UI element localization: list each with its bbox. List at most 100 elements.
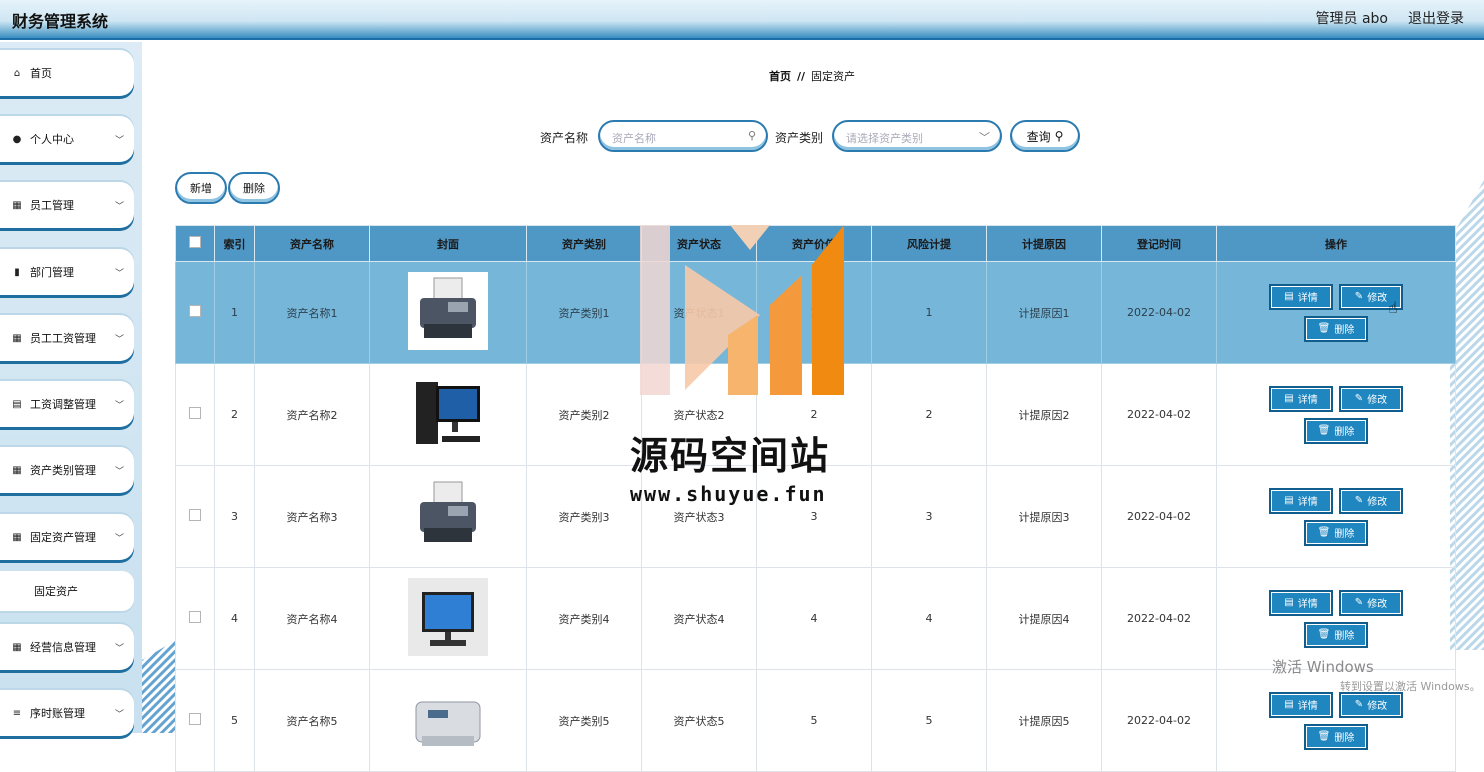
col-header: 资产价值 bbox=[756, 225, 872, 262]
table-row[interactable]: 3 资产名称3 资产类别3 资产状态3 3 3 计提原因3 2022-04-02 ▤ 详情 ✎ 修改 🗑… bbox=[175, 465, 1456, 568]
cell-value: 3 bbox=[756, 465, 872, 568]
table-row[interactable]: 5 资产名称5 资产类别5 资产状态5 5 5 计提原因5 2022-04-02 ▤ 详情 ✎ 修改 🗑… bbox=[175, 669, 1456, 772]
col-header: 资产类别 bbox=[526, 225, 642, 262]
chevron-down-icon: ﹀ bbox=[114, 709, 124, 720]
sidebar-item-journal[interactable]: ≡ 序时账管理 ﹀ bbox=[0, 690, 134, 736]
sidebar-item-asset-types[interactable]: ▦ 资产类别管理 ﹀ bbox=[0, 447, 134, 493]
cell-cover bbox=[369, 465, 527, 568]
row-select-cell[interactable] bbox=[175, 567, 215, 670]
cell-name: 资产名称3 bbox=[254, 465, 370, 568]
table-header: 索引 资产名称 封面 资产类别 资产状态 资产价值 风险计提 计提原因 登记时间… bbox=[175, 225, 1456, 262]
table-row[interactable]: 4 资产名称4 资产类别4 资产状态4 4 4 计提原因4 2022-04-02 ▤ 详情 ✎ 修改 🗑… bbox=[175, 567, 1456, 670]
asset-name-input[interactable]: 资产名称 ⚲ bbox=[598, 120, 768, 152]
edit-button[interactable]: ✎ 修改 bbox=[1339, 691, 1403, 718]
detail-button[interactable]: ▤ 详情 bbox=[1269, 487, 1333, 514]
cell-risk: 1 bbox=[871, 261, 987, 364]
row-checkbox[interactable] bbox=[189, 713, 201, 725]
doc-icon: ▤ bbox=[1284, 393, 1294, 404]
sidebar-item-salary-adjust[interactable]: ▤ 工资调整管理 ﹀ bbox=[0, 381, 134, 427]
cell-index: 3 bbox=[214, 465, 255, 568]
cell-name: 资产名称5 bbox=[254, 669, 370, 772]
select-all-cell[interactable] bbox=[175, 225, 215, 262]
cell-date: 2022-04-02 bbox=[1101, 567, 1217, 670]
pencil-icon: ✎ bbox=[1354, 495, 1364, 506]
row-select-cell[interactable] bbox=[175, 465, 215, 568]
cell-index: 1 bbox=[214, 261, 255, 364]
cover-image bbox=[408, 476, 488, 554]
col-header: 登记时间 bbox=[1101, 225, 1217, 262]
sidebar-item-departments[interactable]: ▮ 部门管理 ﹀ bbox=[0, 249, 134, 295]
sidebar-item-home[interactable]: ⌂ 首页 bbox=[0, 50, 134, 96]
delete-button[interactable]: 🗑 删除 bbox=[1304, 315, 1368, 342]
row-select-cell[interactable] bbox=[175, 363, 215, 466]
cell-date: 2022-04-02 bbox=[1101, 465, 1217, 568]
chevron-down-icon: ﹀ bbox=[979, 131, 990, 144]
watermark-title: 源码空间站 bbox=[630, 434, 831, 478]
cell-cover bbox=[369, 669, 527, 772]
edit-button[interactable]: ✎ 修改 bbox=[1339, 385, 1403, 412]
row-checkbox[interactable] bbox=[189, 407, 201, 419]
breadcrumb: 首页//固定资产 bbox=[769, 70, 856, 83]
row-checkbox[interactable] bbox=[189, 305, 201, 317]
user-label[interactable]: 管理员 abo bbox=[1316, 8, 1388, 28]
row-select-cell[interactable] bbox=[175, 261, 215, 364]
cell-date: 2022-04-02 bbox=[1101, 261, 1217, 364]
cell-value: 5 bbox=[756, 669, 872, 772]
grid-icon: ▦ bbox=[12, 531, 22, 543]
cover-image bbox=[408, 680, 488, 758]
grid-icon: ▦ bbox=[12, 332, 22, 344]
logout-link[interactable]: 退出登录 bbox=[1408, 8, 1464, 28]
cell-risk: 5 bbox=[871, 669, 987, 772]
delete-button[interactable]: 🗑 删除 bbox=[1304, 417, 1368, 444]
cell-name: 资产名称1 bbox=[254, 261, 370, 364]
cell-type: 资产类别5 bbox=[526, 669, 642, 772]
grid-icon: ▦ bbox=[12, 199, 22, 211]
delete-button[interactable]: 🗑 删除 bbox=[1304, 519, 1368, 546]
pencil-icon: ✎ bbox=[1354, 291, 1364, 302]
detail-button[interactable]: ▤ 详情 bbox=[1269, 283, 1333, 310]
cell-reason: 计提原因4 bbox=[986, 567, 1102, 670]
sidebar-item-profile[interactable]: ● 个人中心 ﹀ bbox=[0, 116, 134, 162]
cover-image bbox=[408, 578, 488, 656]
table-row[interactable]: 1 资产名称1 资产类别1 资产状态1 1 1 计提原因1 2022-04-02 ▤ 详情 ✎ 修改 🗑… bbox=[175, 261, 1456, 364]
trash-icon: 🗑 bbox=[1317, 527, 1331, 538]
detail-button[interactable]: ▤ 详情 bbox=[1269, 691, 1333, 718]
add-button[interactable]: 新增 bbox=[175, 172, 227, 204]
doc-icon: ▤ bbox=[1284, 699, 1294, 710]
mouse-cursor-icon: ☝ bbox=[1388, 298, 1398, 317]
cell-value: 4 bbox=[756, 567, 872, 670]
cell-actions: ▤ 详情 ✎ 修改 🗑 删除 bbox=[1216, 261, 1456, 364]
col-header: 操作 bbox=[1216, 225, 1456, 262]
sidebar-item-salary[interactable]: ▦ 员工工资管理 ﹀ bbox=[0, 315, 134, 361]
sidebar-item-fixed-assets[interactable]: ▦ 固定资产管理 ﹀ bbox=[0, 514, 134, 560]
select-all-checkbox[interactable] bbox=[189, 236, 201, 248]
clipboard-icon: ▤ bbox=[12, 398, 22, 410]
cell-risk: 4 bbox=[871, 567, 987, 670]
cell-index: 2 bbox=[214, 363, 255, 466]
query-button[interactable]: 查询 ⚲ bbox=[1010, 120, 1080, 152]
detail-button[interactable]: ▤ 详情 bbox=[1269, 385, 1333, 412]
delete-button[interactable]: 🗑 删除 bbox=[1304, 723, 1368, 750]
edit-button[interactable]: ✎ 修改 bbox=[1339, 487, 1403, 514]
cell-cover bbox=[369, 261, 527, 364]
delete-selected-button[interactable]: 删除 bbox=[228, 172, 280, 204]
row-select-cell[interactable] bbox=[175, 669, 215, 772]
cell-date: 2022-04-02 bbox=[1101, 363, 1217, 466]
sidebar-item-business-info[interactable]: ▦ 经营信息管理 ﹀ bbox=[0, 624, 134, 670]
cover-image bbox=[408, 374, 488, 452]
cell-value: 1 bbox=[756, 261, 872, 364]
sidebar-subitem-fixed-asset[interactable]: 固定资产 bbox=[0, 571, 134, 611]
computer-thumbnail bbox=[408, 374, 488, 452]
edit-button[interactable]: ✎ 修改 bbox=[1339, 589, 1403, 616]
doc-icon: ▤ bbox=[1284, 597, 1294, 608]
trash-icon: 🗑 bbox=[1317, 425, 1331, 436]
asset-type-select[interactable]: 请选择资产类别 ﹀ bbox=[832, 120, 1002, 152]
row-checkbox[interactable] bbox=[189, 509, 201, 521]
fax-machine-thumbnail bbox=[408, 272, 488, 350]
col-header: 索引 bbox=[214, 225, 255, 262]
breadcrumb-home[interactable]: 首页 bbox=[769, 70, 791, 83]
row-checkbox[interactable] bbox=[189, 611, 201, 623]
detail-button[interactable]: ▤ 详情 bbox=[1269, 589, 1333, 616]
delete-button[interactable]: 🗑 删除 bbox=[1304, 621, 1368, 648]
sidebar-item-employees[interactable]: ▦ 员工管理 ﹀ bbox=[0, 182, 134, 228]
